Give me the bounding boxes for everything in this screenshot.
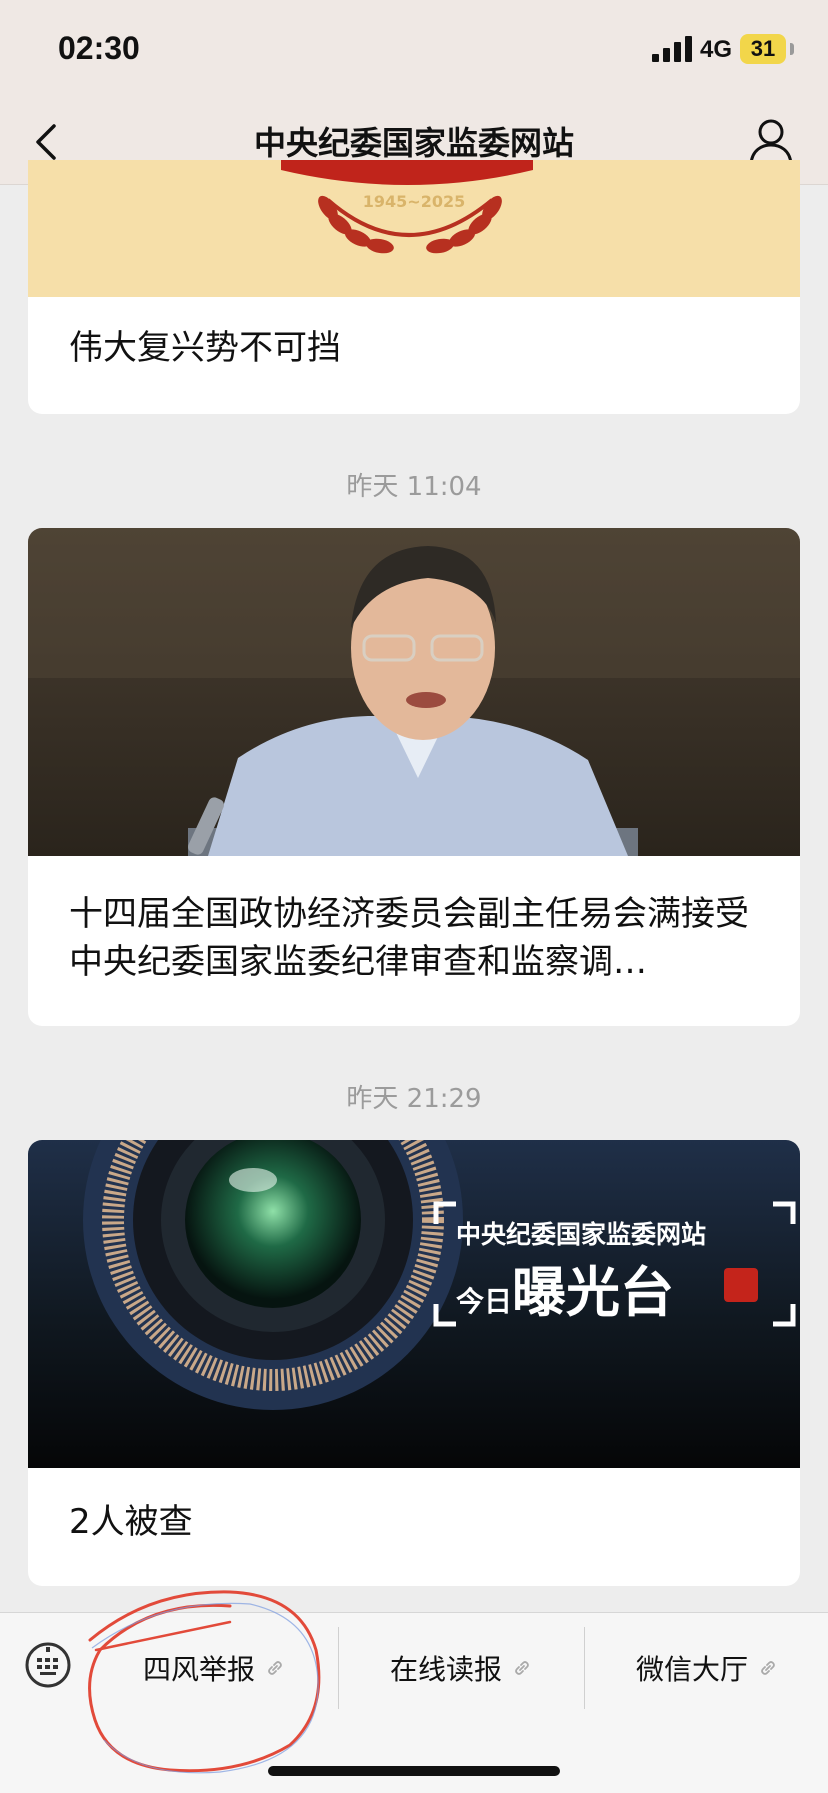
profile-icon[interactable] (748, 118, 794, 166)
menu-item-label: 四风举报 (142, 1653, 255, 1686)
article-card-1[interactable]: 1945~2025 伟大复兴势不可挡 (28, 160, 800, 414)
article-title: 伟大复兴势不可挡 (69, 328, 341, 368)
keyboard-icon[interactable] (24, 1641, 72, 1689)
anniversary-banner-image (28, 160, 800, 297)
divider (584, 1627, 585, 1709)
network-type: 4G (700, 36, 733, 63)
menu-item-label: 在线读报 (389, 1653, 502, 1686)
link-icon (268, 1661, 282, 1675)
page-title: 中央纪委国家监委网站 (253, 124, 574, 162)
battery-level: 31 (750, 36, 776, 61)
article-photo (28, 528, 800, 856)
divider (338, 1627, 339, 1709)
home-indicator (268, 1766, 560, 1776)
menu-item-wechat-hall[interactable]: 微信大厅 (586, 1613, 828, 1723)
article-title: 2人被查 (69, 1502, 193, 1542)
link-icon (515, 1661, 529, 1675)
article-title: 十四届全国政协经济委员会副主任易会满接受中央纪委国家监委纪律审查和监察调… (69, 894, 749, 982)
overlay-exposure: 曝光台 (512, 1261, 675, 1324)
battery-tip (790, 43, 794, 55)
article-card-2[interactable]: 十四届全国政协经济委员会副主任易会满接受中央纪委国家监委纪律审查和监察调… (28, 528, 800, 1026)
menu-item-report[interactable]: 四风举报 (92, 1613, 336, 1723)
status-time: 02:30 (58, 30, 140, 66)
timestamp: 昨天 21:29 (346, 1084, 482, 1114)
link-icon (761, 1661, 775, 1675)
status-bar: 02:30 4G 31 (0, 0, 828, 100)
exposure-platform-image (28, 1140, 800, 1468)
signal-icon (652, 36, 692, 62)
article-card-3[interactable]: 中央纪委国家监委网站 今日曝光台 2人被查 (28, 1140, 800, 1586)
battery-icon: 31 (740, 34, 786, 64)
overlay-headline: 今日曝光台 (456, 1248, 674, 1327)
banner-year-text: 1945~2025 (362, 192, 466, 211)
menu-item-label: 微信大厅 (635, 1653, 748, 1686)
overlay-today: 今日 (456, 1285, 513, 1318)
menu-item-read-paper[interactable]: 在线读报 (340, 1613, 582, 1723)
timestamp: 昨天 11:04 (346, 472, 482, 502)
overlay-site-name: 中央纪委国家监委网站 (456, 1220, 707, 1249)
